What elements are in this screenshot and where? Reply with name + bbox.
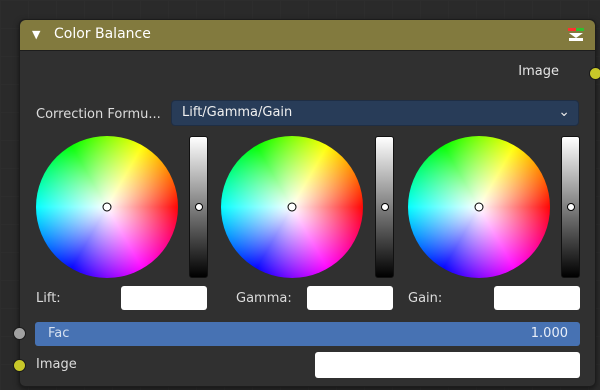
lift-color-swatch[interactable] bbox=[121, 286, 207, 310]
fac-input-socket[interactable] bbox=[13, 327, 26, 340]
color-balance-node[interactable]: ▼ Color Balance Image Correction Formu..… bbox=[13, 19, 600, 387]
correction-formula-dropdown[interactable]: Lift/Gamma/Gain ⌄ bbox=[171, 100, 579, 126]
input-image-color-swatch[interactable] bbox=[315, 352, 580, 378]
gain-label: Gain: bbox=[408, 291, 443, 306]
input-image-socket[interactable] bbox=[13, 359, 26, 372]
correction-formula-label: Correction Formu... bbox=[36, 107, 161, 122]
gain-value-slider[interactable] bbox=[561, 136, 580, 278]
gamma-value-cursor[interactable] bbox=[380, 203, 389, 211]
output-image-socket[interactable] bbox=[589, 67, 600, 80]
node-header[interactable]: ▼ Color Balance bbox=[20, 20, 595, 51]
lift-color-wheel[interactable] bbox=[36, 136, 178, 278]
gamma-color-swatch[interactable] bbox=[307, 286, 393, 310]
output-image-label: Image bbox=[518, 64, 559, 79]
gamma-wheel-cursor[interactable] bbox=[287, 202, 297, 212]
gamma-label: Gamma: bbox=[236, 291, 292, 306]
gain-color-wheel[interactable] bbox=[408, 136, 550, 278]
lift-wheel-cursor[interactable] bbox=[102, 202, 112, 212]
correction-formula-value: Lift/Gamma/Gain bbox=[182, 105, 293, 120]
gamma-value-slider[interactable] bbox=[375, 136, 394, 278]
fac-slider[interactable]: Fac 1.000 bbox=[35, 322, 580, 346]
node-color-icon bbox=[568, 28, 584, 41]
node-title: Color Balance bbox=[54, 26, 151, 42]
gain-color-swatch[interactable] bbox=[494, 286, 580, 310]
gain-value-cursor[interactable] bbox=[566, 203, 575, 211]
input-image-label: Image bbox=[36, 357, 77, 372]
gain-wheel-cursor[interactable] bbox=[474, 202, 484, 212]
lift-value-cursor[interactable] bbox=[194, 203, 203, 211]
collapse-arrow-icon[interactable]: ▼ bbox=[32, 28, 40, 41]
lift-value-slider[interactable] bbox=[189, 136, 208, 278]
fac-value: 1.000 bbox=[530, 326, 568, 341]
chevron-down-icon: ⌄ bbox=[558, 104, 570, 120]
lift-label: Lift: bbox=[36, 291, 61, 306]
fac-label: Fac bbox=[48, 326, 70, 341]
gamma-color-wheel[interactable] bbox=[221, 136, 363, 278]
